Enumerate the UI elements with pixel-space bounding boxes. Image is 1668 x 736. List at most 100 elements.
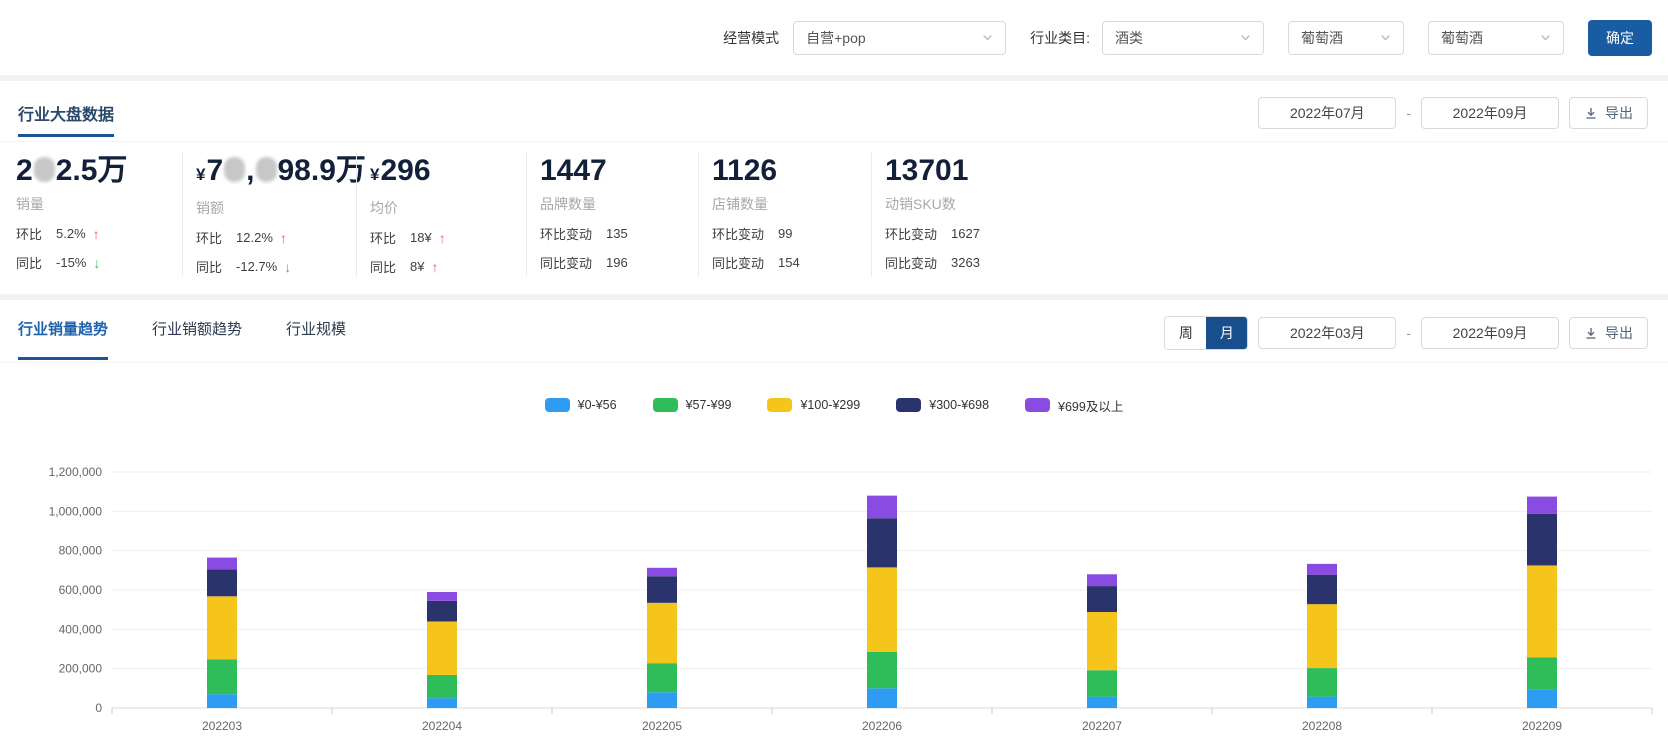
- metric-value: 99: [778, 226, 793, 241]
- bar-segment-202206-¥57-¥99[interactable]: [867, 651, 897, 689]
- bar-segment-202208-¥300-¥698[interactable]: [1307, 574, 1337, 605]
- bar-segment-202207-¥300-¥698[interactable]: [1087, 586, 1117, 613]
- sub-category-select[interactable]: 葡萄酒: [1288, 20, 1404, 55]
- legend-label: ¥0-¥56: [577, 398, 617, 412]
- metric-label: 环比: [370, 231, 397, 246]
- metric-value: 3263: [951, 255, 980, 270]
- kpi-label: 销量: [16, 196, 44, 212]
- kpi-metric-row: 环比 12.2% ↑: [196, 228, 342, 247]
- kpi-metric-row: 同比 -12.7% ↓: [196, 257, 342, 276]
- bar-segment-202204-¥57-¥99[interactable]: [427, 674, 457, 699]
- trend-tab-2[interactable]: 行业销额趋势: [152, 318, 242, 348]
- bar-segment-202205-¥699及以上[interactable]: [647, 567, 677, 577]
- metric-label: 环比变动: [712, 227, 765, 242]
- bar-segment-202203-¥0-¥56[interactable]: [207, 694, 237, 708]
- bar-segment-202208-¥100-¥299[interactable]: [1307, 604, 1337, 669]
- kpi-value-text: 7: [206, 154, 224, 187]
- bar-segment-202208-¥699及以上[interactable]: [1307, 563, 1337, 575]
- kpi-metric-row: 同比变动 3263: [885, 253, 1077, 272]
- bar-segment-202209-¥300-¥698[interactable]: [1527, 513, 1557, 566]
- bar-segment-202203-¥100-¥299[interactable]: [207, 596, 237, 660]
- arrow-up-icon: ↑: [92, 225, 100, 242]
- trend-export-button[interactable]: 导出: [1569, 317, 1648, 349]
- mode-label: 经营模式: [723, 29, 780, 46]
- legend-item[interactable]: ¥0-¥56: [544, 398, 617, 412]
- bar-segment-202205-¥100-¥299[interactable]: [647, 602, 677, 664]
- kpi-label: 销额: [196, 200, 224, 216]
- kpi-value-text: 13701: [885, 154, 969, 187]
- kpi-card-1: 2 2.5万 销量 环比 5.2% ↑ 同比 -15% ↓: [16, 152, 182, 276]
- bar-segment-202203-¥699及以上[interactable]: [207, 557, 237, 570]
- kpi-value-text: 2.5万: [55, 154, 128, 187]
- overview-export-button[interactable]: 导出: [1569, 97, 1648, 129]
- metric-label: 环比变动: [540, 227, 593, 242]
- bar-segment-202204-¥699及以上[interactable]: [427, 591, 457, 601]
- bar-segment-202204-¥100-¥299[interactable]: [427, 621, 457, 675]
- bar-segment-202205-¥0-¥56[interactable]: [647, 692, 677, 708]
- metric-label: 环比: [16, 227, 43, 242]
- overview-date-end[interactable]: 2022年09月: [1421, 97, 1559, 129]
- bar-segment-202206-¥699及以上[interactable]: [867, 495, 897, 519]
- toggle-week-button[interactable]: 周: [1165, 317, 1207, 349]
- bar-segment-202204-¥0-¥56[interactable]: [427, 698, 457, 708]
- bar-segment-202209-¥100-¥299[interactable]: [1527, 565, 1557, 658]
- bar-segment-202207-¥57-¥99[interactable]: [1087, 670, 1117, 697]
- bar-segment-202207-¥100-¥299[interactable]: [1087, 612, 1117, 671]
- bar-segment-202204-¥300-¥698[interactable]: [427, 600, 457, 622]
- y-axis-tick-label: 1,000,000: [49, 504, 103, 518]
- metric-value: 154: [778, 255, 800, 270]
- metric-label: 环比变动: [885, 227, 938, 242]
- toggle-month-button[interactable]: 月: [1206, 317, 1248, 349]
- sub-sub-category-select-value: 葡萄酒: [1441, 29, 1483, 46]
- category-label: 行业类目:: [1030, 29, 1090, 46]
- bar-segment-202205-¥57-¥99[interactable]: [647, 663, 677, 693]
- bar-segment-202209-¥0-¥56[interactable]: [1527, 689, 1557, 708]
- chart-legend: ¥0-¥56 ¥57-¥99 ¥100-¥299 ¥300-¥698 ¥699及以上: [0, 395, 1668, 415]
- legend-swatch-icon: [652, 398, 678, 412]
- metric-value: 1627: [951, 226, 980, 241]
- arrow-up-icon: ↑: [279, 229, 287, 246]
- legend-item[interactable]: ¥100-¥299: [767, 398, 860, 412]
- mode-select[interactable]: 自营+pop: [793, 20, 1007, 55]
- bar-segment-202205-¥300-¥698[interactable]: [647, 576, 677, 603]
- kpi-value-text: ,: [246, 154, 255, 187]
- bar-segment-202206-¥300-¥698[interactable]: [867, 518, 897, 568]
- overview-section: 行业大盘数据 2022年07月 - 2022年09月 导出 2 2.5万 销量 环比 5…: [0, 81, 1668, 294]
- trend-tab-3[interactable]: 行业规模: [286, 318, 346, 348]
- sub-sub-category-select[interactable]: 葡萄酒: [1428, 20, 1564, 55]
- kpi-value-text: 98.9万: [277, 154, 366, 187]
- bar-segment-202206-¥100-¥299[interactable]: [867, 567, 897, 652]
- bar-segment-202209-¥57-¥99[interactable]: [1527, 657, 1557, 690]
- kpi-value-text: 296: [380, 154, 431, 187]
- x-axis-tick-label: 202208: [1302, 719, 1342, 733]
- overview-date-start[interactable]: 2022年07月: [1258, 97, 1397, 129]
- trend-tab-1[interactable]: 行业销量趋势: [18, 318, 109, 360]
- legend-item[interactable]: ¥57-¥99: [652, 398, 731, 412]
- metric-value: -12.7%: [236, 259, 278, 274]
- bar-segment-202207-¥699及以上[interactable]: [1087, 574, 1117, 587]
- category-select[interactable]: 酒类: [1102, 20, 1264, 55]
- trend-header: 行业销量趋势 行业销额趋势 行业规模 周 月 2022年03月 - 2022年09月…: [0, 300, 1668, 363]
- bar-segment-202206-¥0-¥56[interactable]: [867, 688, 897, 708]
- legend-swatch-icon: [896, 398, 922, 412]
- legend-item[interactable]: ¥300-¥698: [896, 398, 989, 412]
- legend-label: ¥300-¥698: [929, 398, 990, 412]
- bar-segment-202208-¥57-¥99[interactable]: [1307, 668, 1337, 697]
- bar-segment-202209-¥699及以上[interactable]: [1527, 496, 1557, 514]
- sub-category-select-value: 葡萄酒: [1301, 29, 1343, 46]
- bar-segment-202203-¥300-¥698[interactable]: [207, 569, 237, 597]
- bar-segment-202208-¥0-¥56[interactable]: [1307, 696, 1337, 708]
- trend-date-end[interactable]: 2022年09月: [1421, 317, 1559, 349]
- period-toggle: 周 月: [1164, 316, 1249, 350]
- kpi-cards-row: 2 2.5万 销量 环比 5.2% ↑ 同比 -15% ↓ ¥7, 98.9万 销额 环比 12.2% ↑ 同…: [0, 142, 1668, 294]
- confirm-button[interactable]: 确定: [1588, 19, 1652, 56]
- bar-segment-202203-¥57-¥99[interactable]: [207, 659, 237, 695]
- trend-date-start[interactable]: 2022年03月: [1258, 317, 1397, 349]
- bar-segment-202207-¥0-¥56[interactable]: [1087, 696, 1117, 708]
- chevron-down-icon: [1240, 32, 1251, 43]
- legend-item[interactable]: ¥699及以上: [1025, 396, 1123, 415]
- kpi-card-3: ¥296 均价 环比 18¥ ↑ 同比 8¥ ↑: [356, 152, 526, 276]
- kpi-value-text: ¥: [370, 165, 380, 184]
- kpi-metric-row: 环比变动 135: [540, 224, 684, 243]
- legend-swatch-icon: [767, 398, 793, 412]
